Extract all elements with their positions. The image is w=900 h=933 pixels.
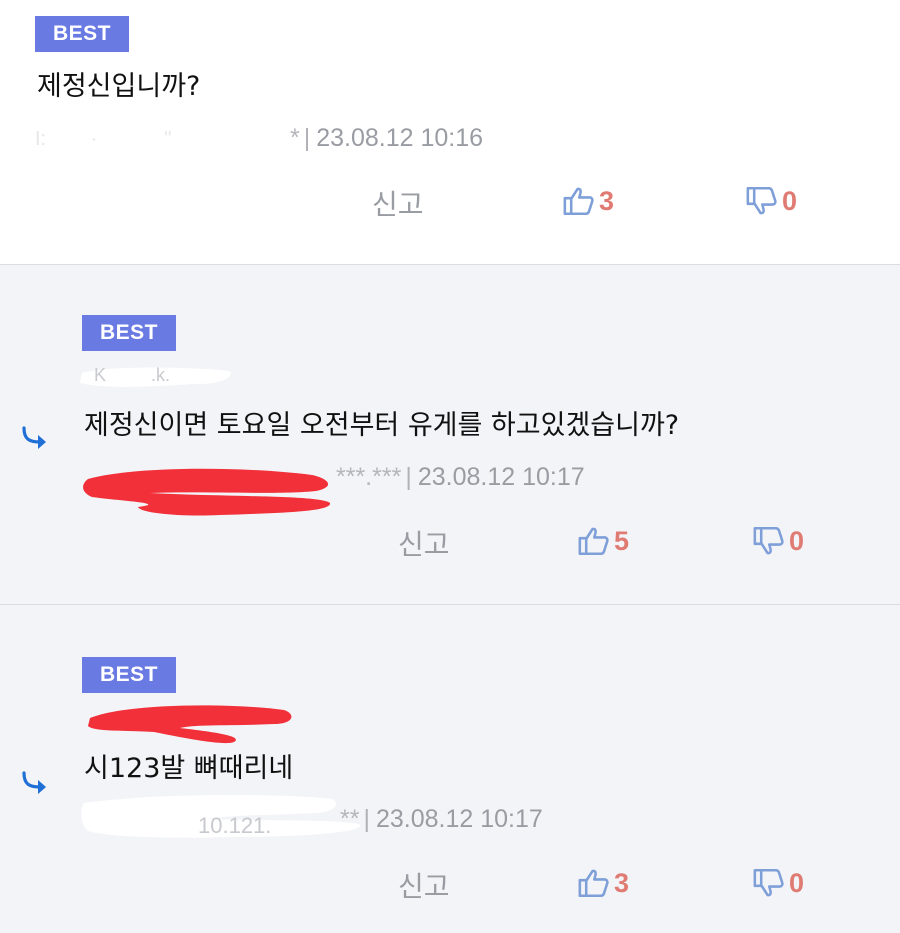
meta-separator: | xyxy=(363,805,370,833)
report-button[interactable]: 신고 xyxy=(398,523,450,563)
redacted-author: K .k. xyxy=(80,365,231,387)
comment-text: 제정신이면 토요일 오전부터 유게를 하고있겠습니까? xyxy=(84,410,680,441)
report-button[interactable]: 신고 xyxy=(398,865,450,905)
comment-1: BEST 제정신입니까? I: · '' * | 23.08.12 10:16 신고… xyxy=(0,0,900,265)
like-count: 5 xyxy=(614,525,630,556)
svg-text:K .k.: K .k. xyxy=(94,365,170,385)
ip-address: ** xyxy=(340,805,360,833)
like-count: 3 xyxy=(614,867,630,898)
comment-datetime: 23.08.12 10:17 xyxy=(417,463,585,491)
best-badge: BEST xyxy=(82,315,177,351)
comment-datetime: 23.08.12 10:16 xyxy=(316,124,484,152)
ip-address: ***.*** xyxy=(336,463,402,491)
svg-text:10.121.: 10.121. xyxy=(198,813,271,838)
comment-meta: * | 23.08.12 10:16 xyxy=(290,124,483,153)
report-button[interactable]: 신고 xyxy=(372,183,424,223)
ip-address: * xyxy=(290,124,300,152)
comment-text: 제정신입니까? xyxy=(37,71,201,102)
dislike-button[interactable]: 0 xyxy=(745,184,797,218)
thumbs-up-icon xyxy=(563,187,594,216)
dislike-button[interactable]: 0 xyxy=(752,524,804,558)
meta-separator: | xyxy=(405,463,412,491)
dislike-count: 0 xyxy=(789,867,805,898)
thumbs-down-icon xyxy=(746,186,777,215)
thumbs-down-icon xyxy=(753,526,784,555)
blurred-author: I: · '' xyxy=(35,128,172,150)
comment-2: BEST K .k. 제정신이면 토요일 오전부터 유게를 하고있겠습니까? *… xyxy=(0,265,900,605)
like-count: 3 xyxy=(599,185,615,216)
dislike-count: 0 xyxy=(789,525,805,556)
like-button[interactable]: 5 xyxy=(577,524,629,558)
best-badge: BEST xyxy=(35,16,130,52)
redacted-author-ip: 10.121. xyxy=(81,794,361,838)
reply-arrow-icon xyxy=(22,426,46,449)
redacted-author xyxy=(88,705,292,744)
comment-meta: ** | 23.08.12 10:17 xyxy=(340,805,543,834)
comment-datetime: 23.08.12 10:17 xyxy=(375,805,543,833)
thumbs-up-icon xyxy=(578,869,609,898)
dislike-count: 0 xyxy=(782,185,798,216)
redacted-author-ip xyxy=(83,468,331,516)
dislike-button[interactable]: 0 xyxy=(752,866,804,900)
meta-separator: | xyxy=(303,124,311,152)
reply-arrow-icon xyxy=(22,771,46,794)
thumbs-up-icon xyxy=(578,527,609,556)
comment-text: 시123발 뼈때리네 xyxy=(84,753,294,784)
like-button[interactable]: 3 xyxy=(562,184,614,218)
best-badge: BEST xyxy=(82,657,177,693)
thumbs-down-icon xyxy=(753,868,784,897)
like-button[interactable]: 3 xyxy=(577,866,629,900)
comment-3: BEST 시123발 뼈때리네 10.121. ** | 23.08.12 10:1… xyxy=(0,605,900,933)
comment-meta: ***.*** | 23.08.12 10:17 xyxy=(336,463,585,492)
